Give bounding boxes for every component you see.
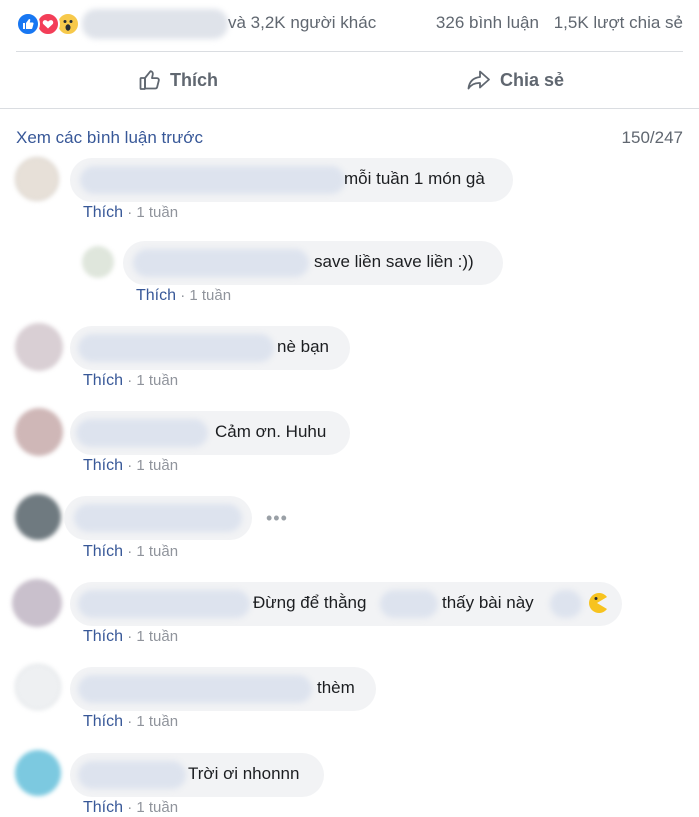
comment-like-link[interactable]: Thích [83,799,123,816]
share-button-label: Chia sẻ [500,69,565,90]
divider [0,108,699,109]
comment-like-link[interactable]: Thích [83,372,123,389]
comment-item: nè bạn Thích · 1 tuần [0,321,699,401]
comment-item: Trời ơi nhonnn Thích · 1 tuần [0,748,699,817]
avatar[interactable] [15,408,63,456]
avatar[interactable] [15,323,63,371]
reactions-summary-bar: và 3,2K người khác 326 bình luận 1,5K lư… [0,0,699,50]
comment-count[interactable]: 326 bình luận [436,13,539,32]
comment-meta: Thích · 1 tuần [83,713,178,731]
comment-bubble: Trời ơi nhonnn [70,753,324,797]
comment-bubble: thèm [70,667,376,711]
comment-time[interactable]: · 1 tuần [127,799,178,816]
comment-item: Cảm ơn. Huhu Thích · 1 tuần [0,406,699,486]
post-actions: Thích Chia sẻ [0,52,699,108]
reaction-icons[interactable] [16,12,86,36]
commenter-name-redacted[interactable] [78,675,312,703]
comment-meta: Thích · 1 tuần [83,543,178,561]
comment-meta: Thích · 1 tuần [136,287,231,305]
comment-text: Trời ơi nhonnn [188,764,300,783]
comment-item: mỗi tuần 1 món gà Thích · 1 tuần [0,153,699,233]
tagged-name-redacted[interactable] [550,590,582,618]
avatar[interactable] [15,494,61,540]
comment-like-link[interactable]: Thích [83,457,123,474]
comment-meta: Thích · 1 tuần [83,628,178,646]
comment-text: nè bạn [277,337,329,356]
reply-bubble: save liền save liền :)) [123,241,503,285]
comment-text: Đừng để thằng [253,593,367,612]
reactor-name-redacted [82,9,228,39]
commenter-name-redacted[interactable] [74,504,242,532]
commenter-name-redacted[interactable] [78,590,250,618]
comment-time[interactable]: · 1 tuần [127,457,178,474]
share-count[interactable]: 1,5K lượt chia sẻ [554,13,683,32]
reply-item: save liền save liền :)) Thích · 1 tuần [0,236,699,316]
comment-like-link[interactable]: Thích [83,543,123,560]
comment-item: Đừng để thằng thấy bài này Thích · 1 tuầ… [0,577,699,657]
avatar[interactable] [15,664,61,710]
comment-time[interactable]: · 1 tuần [180,287,231,304]
commenter-name-redacted[interactable] [80,166,345,194]
avatar[interactable] [82,246,114,278]
commenter-name-redacted[interactable] [78,334,274,362]
more-options-icon[interactable]: ••• [266,508,288,529]
comment-bubble: Đừng để thằng thấy bài này [70,582,622,626]
comment-meta: Thích · 1 tuần [83,372,178,390]
comment-bubble: mỗi tuần 1 món gà [70,158,513,202]
commenter-name-redacted[interactable] [133,249,309,277]
like-reaction-icon [16,12,40,36]
comment-text: Cảm ơn. Huhu [215,422,327,441]
comment-time[interactable]: · 1 tuần [127,372,178,389]
view-previous-comments-link[interactable]: Xem các bình luận trước [16,128,203,148]
comments-count: 150/247 [621,128,683,147]
comment-bubble: nè bạn [70,326,350,370]
comment-like-link[interactable]: Thích [83,204,123,221]
share-arrow-icon [467,70,490,90]
comment-time[interactable]: · 1 tuần [127,628,178,645]
commenter-name-redacted[interactable] [78,761,186,789]
comment-meta: Thích · 1 tuần [83,457,178,475]
comment-text: mỗi tuần 1 món gà [344,169,485,188]
comment-like-link[interactable]: Thích [83,713,123,730]
like-button[interactable]: Thích [138,52,218,108]
comment-bubble: Cảm ơn. Huhu [70,411,350,455]
comment-meta: Thích · 1 tuần [83,799,178,817]
avatar[interactable] [15,750,61,796]
avatar[interactable] [15,157,59,201]
comment-like-link[interactable]: Thích [136,287,176,304]
engagement-counts: 326 bình luận 1,5K lượt chia sẻ [436,13,683,33]
comment-time[interactable]: · 1 tuần [127,204,178,221]
commenter-name-redacted[interactable] [76,419,208,447]
thumbs-up-icon [139,70,160,90]
comment-item: thèm Thích · 1 tuần [0,662,699,742]
tagged-name-redacted[interactable] [380,590,438,618]
share-button[interactable]: Chia sẻ [466,52,564,108]
comment-time[interactable]: · 1 tuần [127,713,178,730]
comment-item: ••• Thích · 1 tuần [0,492,699,572]
comment-like-link[interactable]: Thích [83,628,123,645]
avatar[interactable] [12,579,62,627]
like-button-label: Thích [170,69,218,90]
comment-time[interactable]: · 1 tuần [127,543,178,560]
pacman-emoji-icon [589,593,607,613]
comment-text-continued: thấy bài này [442,593,534,612]
comment-text: thèm [317,678,355,697]
reactors-others-text[interactable]: và 3,2K người khác [228,13,376,33]
comment-bubble [64,496,252,540]
comment-meta: Thích · 1 tuần [83,204,178,222]
comment-text: save liền save liền :)) [314,252,474,271]
